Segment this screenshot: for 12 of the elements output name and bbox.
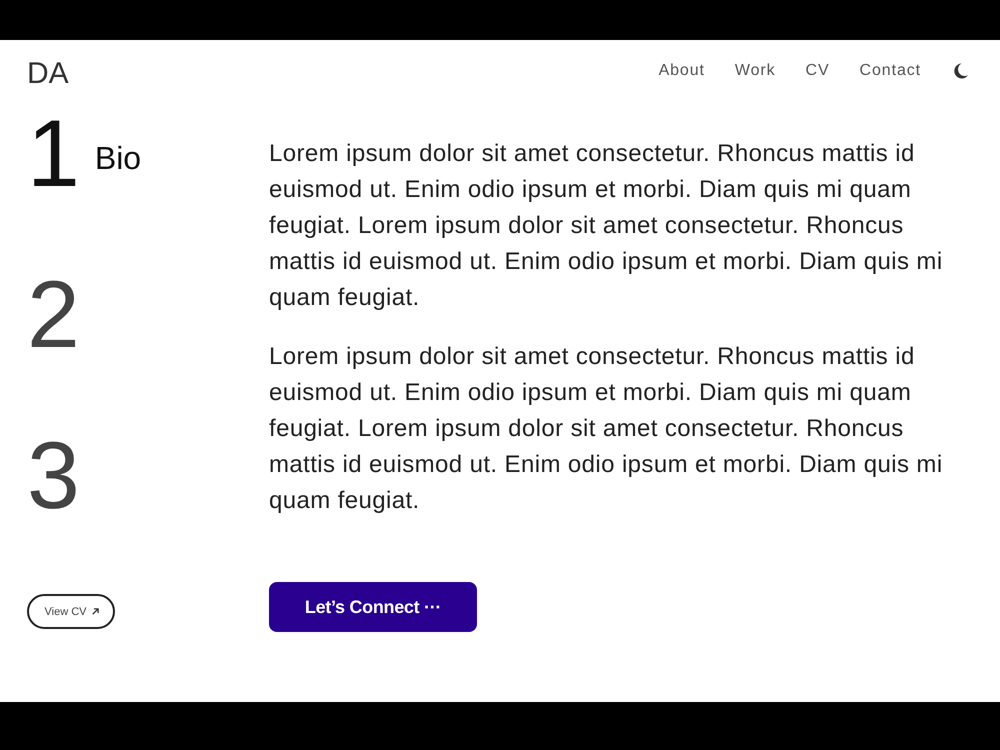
- section-number[interactable]: 2: [27, 268, 80, 363]
- bio-paragraph: Lorem ipsum dolor sit amet consectetur. Rhoncus mattis id euismod ut. Enim odio ipsum et morbi. Diam quis mi quam feugiat. Lorem ipsum dolor sit amet consectetur. Rhoncus mattis id euismod ut. Enim odio ipsum et morbi. Diam quis mi quam feugiat.: [269, 139, 944, 313]
- bio-paragraph: Lorem ipsum dolor sit amet consectetur. Rhoncus mattis id euismod ut. Enim odio ipsum et morbi. Diam quis mi quam feugiat. Lorem ipsum dolor sit amet consectetur. Rhoncus mattis id euismod ut. Enim odio ipsum et morbi. Diam quis mi quam feugiat.: [269, 342, 944, 516]
- nav-link[interactable]: About: [658, 61, 705, 81]
- moon-icon[interactable]: [953, 63, 968, 79]
- section-number[interactable]: 3: [27, 429, 80, 524]
- nav-link[interactable]: Work: [734, 61, 776, 81]
- section-title: Bio: [94, 139, 142, 178]
- site-logo[interactable]: DA: [27, 56, 69, 92]
- nav-link[interactable]: CV: [806, 61, 830, 81]
- section-number[interactable]: 1: [27, 107, 80, 202]
- nav-link[interactable]: Contact: [860, 61, 921, 81]
